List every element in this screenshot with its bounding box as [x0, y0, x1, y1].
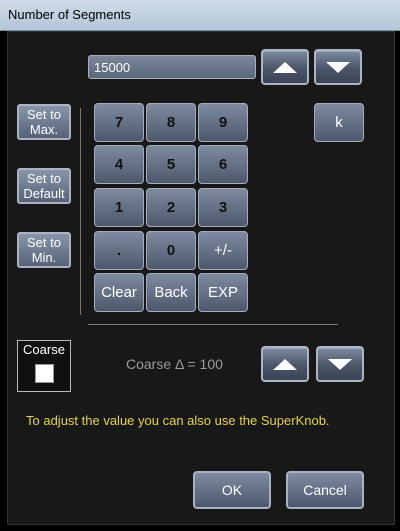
- ok-button[interactable]: OK: [193, 471, 271, 509]
- set-to-max-label: Set to Max.: [27, 107, 61, 137]
- separator-horizontal: [88, 324, 338, 325]
- key-2[interactable]: 2: [146, 188, 196, 227]
- key-8[interactable]: 8: [146, 103, 196, 142]
- key-label: 5: [166, 156, 176, 173]
- superknob-hint: To adjust the value you can also use the…: [26, 413, 330, 428]
- key-label: 2: [166, 199, 176, 216]
- key-label: 0: [166, 242, 176, 259]
- key-label: 3: [218, 199, 228, 216]
- key-decimal[interactable]: .: [94, 231, 144, 270]
- key-exp[interactable]: EXP: [198, 273, 248, 312]
- key-3[interactable]: 3: [198, 188, 248, 227]
- key-label: 7: [114, 114, 124, 131]
- window-titlebar: Number of Segments: [0, 0, 400, 31]
- key-6[interactable]: 6: [198, 145, 248, 184]
- coarse-label: Coarse: [23, 342, 65, 357]
- value-down-button[interactable]: [314, 49, 362, 85]
- set-to-default-label: Set to Default: [23, 171, 65, 201]
- key-label: 4: [114, 156, 124, 173]
- set-to-default-button[interactable]: Set to Default: [17, 168, 71, 204]
- set-to-max-button[interactable]: Set to Max.: [17, 104, 71, 140]
- set-to-min-button[interactable]: Set to Min.: [17, 232, 71, 268]
- key-4[interactable]: 4: [94, 145, 144, 184]
- value-up-button[interactable]: [261, 49, 309, 85]
- coarse-down-button[interactable]: [316, 346, 364, 382]
- key-label: 6: [218, 156, 228, 173]
- key-label: Clear: [101, 284, 137, 301]
- separator-vertical: [80, 108, 81, 315]
- key-label: EXP: [207, 284, 238, 301]
- key-label: 1: [114, 199, 124, 216]
- cancel-button[interactable]: Cancel: [286, 471, 364, 509]
- value-text: 15000: [94, 60, 131, 75]
- ok-label: OK: [221, 482, 243, 498]
- arrow-up-icon: [273, 358, 297, 370]
- key-label: .: [116, 242, 122, 259]
- key-5[interactable]: 5: [146, 145, 196, 184]
- window-title: Number of Segments: [8, 7, 131, 22]
- key-7[interactable]: 7: [94, 103, 144, 142]
- arrow-up-icon: [273, 61, 297, 73]
- key-1[interactable]: 1: [94, 188, 144, 227]
- key-clear[interactable]: Clear: [94, 273, 144, 312]
- cancel-label: Cancel: [303, 482, 347, 498]
- set-to-min-label: Set to Min.: [27, 235, 61, 265]
- key-label: +/-: [214, 242, 232, 259]
- key-label: k: [335, 114, 343, 131]
- coarse-toggle[interactable]: Coarse: [17, 340, 71, 392]
- key-back[interactable]: Back: [146, 273, 196, 312]
- key-label: Back: [154, 284, 188, 301]
- arrow-down-icon: [328, 358, 352, 370]
- key-k[interactable]: k: [314, 103, 364, 142]
- coarse-checkbox[interactable]: [35, 364, 54, 383]
- arrow-down-icon: [326, 61, 350, 73]
- value-input[interactable]: 15000: [88, 55, 256, 79]
- key-label: 9: [218, 114, 228, 131]
- key-plus-minus[interactable]: +/-: [198, 231, 248, 270]
- key-0[interactable]: 0: [146, 231, 196, 270]
- coarse-delta-text: Coarse Δ = 100: [126, 356, 223, 372]
- coarse-up-button[interactable]: [261, 346, 309, 382]
- key-9[interactable]: 9: [198, 103, 248, 142]
- key-label: 8: [166, 114, 176, 131]
